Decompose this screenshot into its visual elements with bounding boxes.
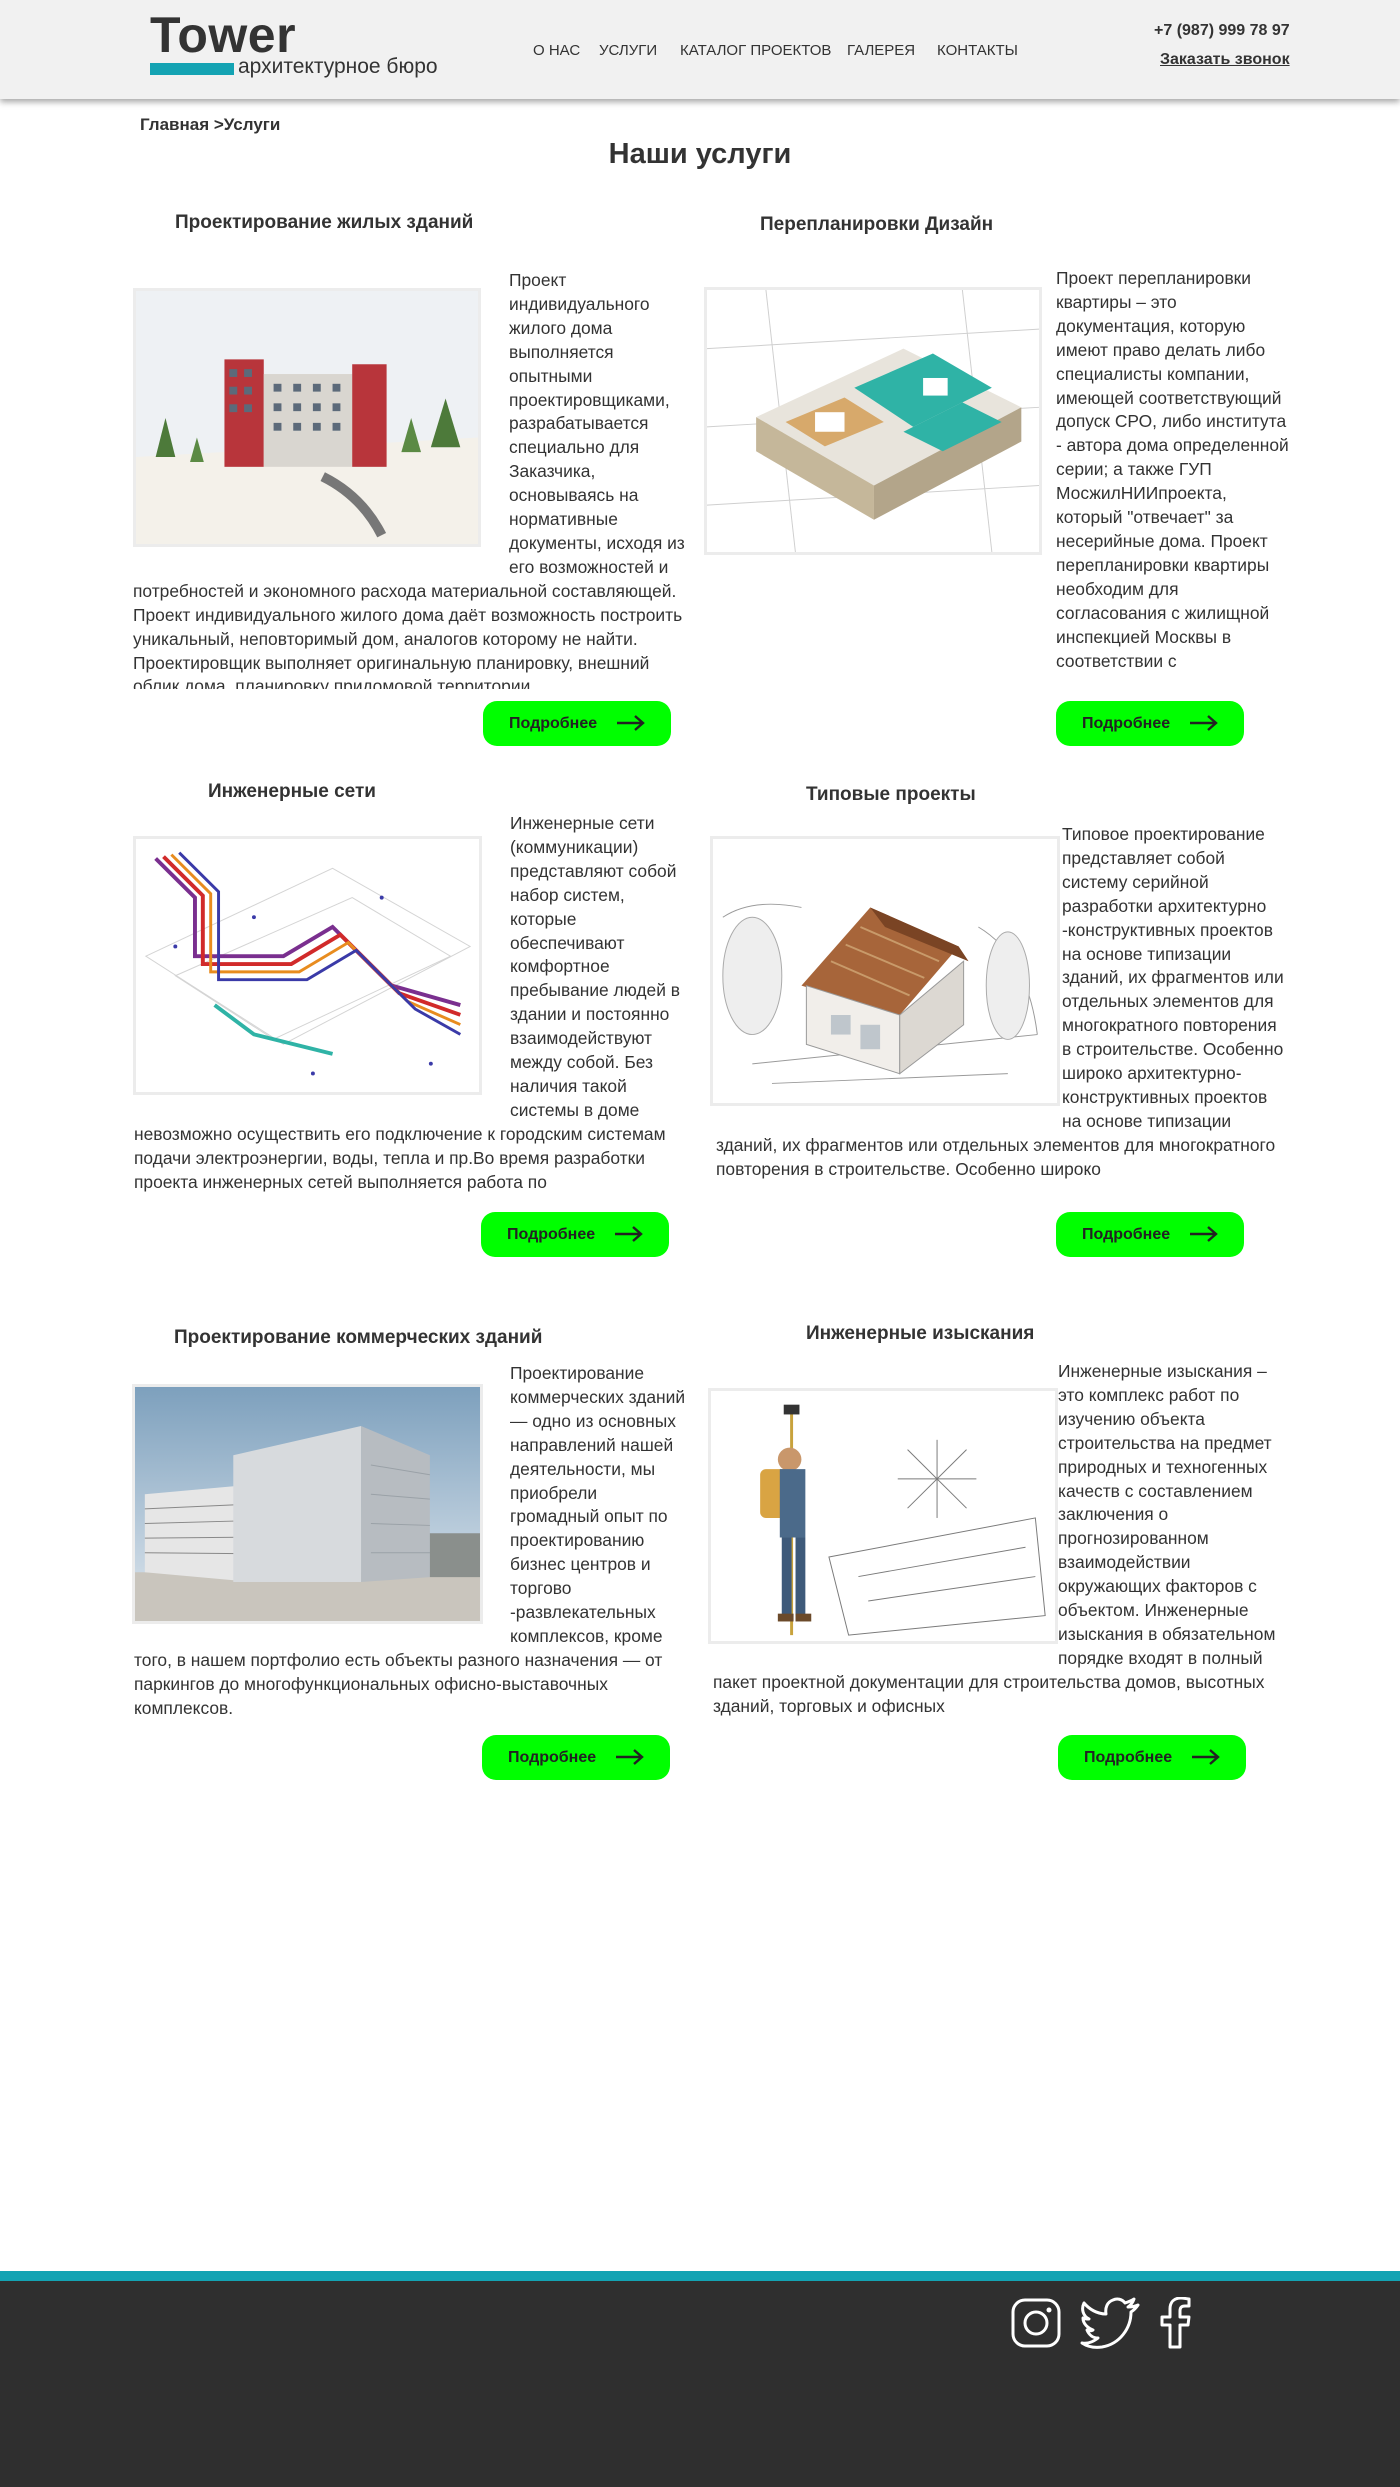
more-button-redevelopment[interactable]: Подробнее [1056,701,1244,746]
arrow-right-icon [617,715,645,731]
footer-accent-bar [0,2271,1400,2281]
service-title-commercial: Проектирование коммерческих зданий [174,1327,543,1348]
twitter-icon[interactable] [1080,2297,1142,2349]
phone-number[interactable]: +7 (987) 999 78 97 [1154,22,1290,40]
site-header: Tower архитектурное бюро О НАС УСЛУГИ КА… [0,0,1400,99]
more-button-networks[interactable]: Подробнее [481,1212,669,1257]
logo-accent-bar [150,63,234,75]
arrow-right-icon [616,1749,644,1765]
service-title-typical: Типовые проекты [806,784,976,805]
nav-item-contacts[interactable]: КОНТАКТЫ [937,41,1018,61]
arrow-right-icon [1190,1226,1218,1242]
service-title-surveys: Инженерные изыскания [806,1323,1035,1344]
more-button-residential[interactable]: Подробнее [483,701,671,746]
service-text-networks: Инженерные сети (коммуникации) представл… [134,813,680,1192]
service-title-networks: Инженерные сети [208,781,376,802]
callback-link[interactable]: Заказать звонок [1160,51,1290,69]
instagram-icon[interactable] [1010,2297,1062,2349]
service-title-redevelopment: Перепланировки Дизайн [760,214,994,235]
service-text-commercial: Проектирование коммерческих зданий — одн… [134,1363,686,1718]
service-text-typical: Типовое проектирование представляет собо… [716,824,1284,1179]
page-title: Наши услуги [608,138,792,170]
nav-item-catalog[interactable]: КАТАЛОГ ПРОЕКТОВ [680,41,831,61]
more-button-typical[interactable]: Подробнее [1056,1212,1244,1257]
nav-item-about[interactable]: О НАС [533,41,580,61]
arrow-right-icon [1190,715,1218,731]
nav-item-services[interactable]: УСЛУГИ [599,41,657,61]
more-button-commercial[interactable]: Подробнее [482,1735,670,1780]
service-text-surveys: Инженерные изыскания – это комплекс рабо… [713,1361,1276,1716]
service-text-residential: Проект индивидуального жилого дома выпол… [133,270,685,689]
facebook-icon[interactable] [1158,2297,1192,2349]
service-text-redevelopment: Проект перепланировки квартиры – это док… [1056,268,1289,677]
breadcrumb[interactable]: Главная >Услуги [140,115,280,135]
nav-item-gallery[interactable]: ГАЛЕРЕЯ [847,41,915,61]
more-button-surveys[interactable]: Подробнее [1058,1735,1246,1780]
arrow-right-icon [1192,1749,1220,1765]
arrow-right-icon [615,1226,643,1242]
service-title-residential: Проектирование жилых зданий [175,212,474,233]
